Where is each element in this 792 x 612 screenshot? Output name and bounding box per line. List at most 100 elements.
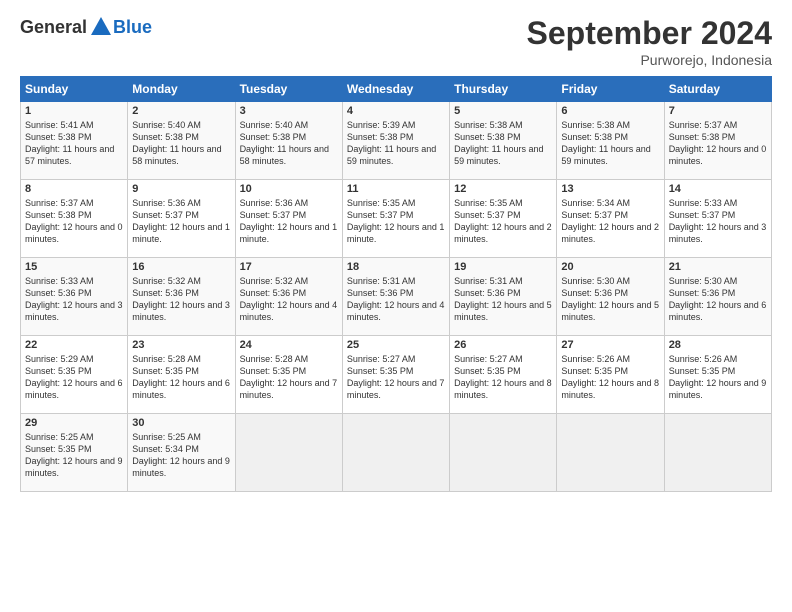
header-row: SundayMondayTuesdayWednesdayThursdayFrid… (21, 77, 772, 102)
day-info: Sunrise: 5:32 AM Sunset: 5:36 PM Dayligh… (132, 275, 230, 324)
calendar-cell: 27 Sunrise: 5:26 AM Sunset: 5:35 PM Dayli… (557, 336, 664, 414)
day-info: Sunrise: 5:39 AM Sunset: 5:38 PM Dayligh… (347, 119, 445, 168)
calendar-cell: 15 Sunrise: 5:33 AM Sunset: 5:36 PM Dayli… (21, 258, 128, 336)
calendar-cell: 9 Sunrise: 5:36 AM Sunset: 5:37 PM Daylig… (128, 180, 235, 258)
day-info: Sunrise: 5:30 AM Sunset: 5:36 PM Dayligh… (669, 275, 767, 324)
calendar-cell: 23 Sunrise: 5:28 AM Sunset: 5:35 PM Dayli… (128, 336, 235, 414)
calendar-cell: 10 Sunrise: 5:36 AM Sunset: 5:37 PM Dayli… (235, 180, 342, 258)
logo-general: General (20, 17, 87, 38)
day-info: Sunrise: 5:40 AM Sunset: 5:38 PM Dayligh… (240, 119, 338, 168)
calendar-cell: 30 Sunrise: 5:25 AM Sunset: 5:34 PM Dayli… (128, 414, 235, 492)
day-info: Sunrise: 5:28 AM Sunset: 5:35 PM Dayligh… (132, 353, 230, 402)
day-number: 30 (132, 417, 230, 429)
day-info: Sunrise: 5:37 AM Sunset: 5:38 PM Dayligh… (25, 197, 123, 246)
calendar-cell: 29Sunrise: 5:25 AM Sunset: 5:35 PM Dayli… (21, 414, 128, 492)
calendar-cell: 14 Sunrise: 5:33 AM Sunset: 5:37 PM Dayli… (664, 180, 771, 258)
week-row-4: 22 Sunrise: 5:29 AM Sunset: 5:35 PM Dayli… (21, 336, 772, 414)
calendar-cell: 17Sunrise: 5:32 AM Sunset: 5:36 PM Dayli… (235, 258, 342, 336)
day-number: 6 (561, 105, 659, 117)
day-info: Sunrise: 5:25 AM Sunset: 5:34 PM Dayligh… (132, 431, 230, 480)
calendar-table: SundayMondayTuesdayWednesdayThursdayFrid… (20, 76, 772, 492)
day-info: Sunrise: 5:35 AM Sunset: 5:37 PM Dayligh… (454, 197, 552, 246)
day-info: Sunrise: 5:31 AM Sunset: 5:36 PM Dayligh… (347, 275, 445, 324)
week-row-3: 15 Sunrise: 5:33 AM Sunset: 5:36 PM Dayli… (21, 258, 772, 336)
day-info: Sunrise: 5:41 AM Sunset: 5:38 PM Dayligh… (25, 119, 123, 168)
day-number: 10 (240, 183, 338, 195)
header-day-wednesday: Wednesday (342, 77, 449, 102)
day-number: 22 (25, 339, 123, 351)
calendar-cell: 16 Sunrise: 5:32 AM Sunset: 5:36 PM Dayli… (128, 258, 235, 336)
calendar-cell: 4 Sunrise: 5:39 AM Sunset: 5:38 PM Daylig… (342, 102, 449, 180)
month-title: September 2024 (527, 15, 772, 52)
week-row-1: 1 Sunrise: 5:41 AM Sunset: 5:38 PM Daylig… (21, 102, 772, 180)
day-number: 19 (454, 261, 552, 273)
header-day-thursday: Thursday (450, 77, 557, 102)
header-day-sunday: Sunday (21, 77, 128, 102)
calendar-cell: 8 Sunrise: 5:37 AM Sunset: 5:38 PM Daylig… (21, 180, 128, 258)
day-number: 4 (347, 105, 445, 117)
day-number: 15 (25, 261, 123, 273)
day-info: Sunrise: 5:33 AM Sunset: 5:37 PM Dayligh… (669, 197, 767, 246)
calendar-cell: 3 Sunrise: 5:40 AM Sunset: 5:38 PM Daylig… (235, 102, 342, 180)
day-number: 2 (132, 105, 230, 117)
day-number: 9 (132, 183, 230, 195)
header: General Blue September 2024 Purworejo, I… (20, 15, 772, 68)
day-info: Sunrise: 5:35 AM Sunset: 5:37 PM Dayligh… (347, 197, 445, 246)
day-number: 3 (240, 105, 338, 117)
day-info: Sunrise: 5:26 AM Sunset: 5:35 PM Dayligh… (669, 353, 767, 402)
logo-icon (89, 15, 113, 39)
week-row-5: 29Sunrise: 5:25 AM Sunset: 5:35 PM Dayli… (21, 414, 772, 492)
day-number: 7 (669, 105, 767, 117)
day-number: 20 (561, 261, 659, 273)
calendar-cell: 5Sunrise: 5:38 AM Sunset: 5:38 PM Daylig… (450, 102, 557, 180)
calendar-cell (450, 414, 557, 492)
title-block: September 2024 Purworejo, Indonesia (527, 15, 772, 68)
header-day-saturday: Saturday (664, 77, 771, 102)
day-number: 1 (25, 105, 123, 117)
day-info: Sunrise: 5:26 AM Sunset: 5:35 PM Dayligh… (561, 353, 659, 402)
calendar-cell: 25Sunrise: 5:27 AM Sunset: 5:35 PM Dayli… (342, 336, 449, 414)
day-number: 14 (669, 183, 767, 195)
day-info: Sunrise: 5:30 AM Sunset: 5:36 PM Dayligh… (561, 275, 659, 324)
day-number: 5 (454, 105, 552, 117)
day-info: Sunrise: 5:40 AM Sunset: 5:38 PM Dayligh… (132, 119, 230, 168)
logo-blue: Blue (113, 17, 152, 38)
day-info: Sunrise: 5:29 AM Sunset: 5:35 PM Dayligh… (25, 353, 123, 402)
day-number: 13 (561, 183, 659, 195)
header-day-monday: Monday (128, 77, 235, 102)
calendar-cell: 22 Sunrise: 5:29 AM Sunset: 5:35 PM Dayli… (21, 336, 128, 414)
day-info: Sunrise: 5:25 AM Sunset: 5:35 PM Dayligh… (25, 431, 123, 480)
day-info: Sunrise: 5:33 AM Sunset: 5:36 PM Dayligh… (25, 275, 123, 324)
day-number: 23 (132, 339, 230, 351)
day-info: Sunrise: 5:36 AM Sunset: 5:37 PM Dayligh… (132, 197, 230, 246)
day-number: 26 (454, 339, 552, 351)
calendar-cell (664, 414, 771, 492)
day-info: Sunrise: 5:31 AM Sunset: 5:36 PM Dayligh… (454, 275, 552, 324)
day-number: 27 (561, 339, 659, 351)
calendar-cell: 2 Sunrise: 5:40 AM Sunset: 5:38 PM Daylig… (128, 102, 235, 180)
day-info: Sunrise: 5:36 AM Sunset: 5:37 PM Dayligh… (240, 197, 338, 246)
day-info: Sunrise: 5:32 AM Sunset: 5:36 PM Dayligh… (240, 275, 338, 324)
day-info: Sunrise: 5:37 AM Sunset: 5:38 PM Dayligh… (669, 119, 767, 168)
calendar-cell: 7 Sunrise: 5:37 AM Sunset: 5:38 PM Daylig… (664, 102, 771, 180)
calendar-cell (342, 414, 449, 492)
calendar-cell: 28Sunrise: 5:26 AM Sunset: 5:35 PM Dayli… (664, 336, 771, 414)
calendar-cell: 11Sunrise: 5:35 AM Sunset: 5:37 PM Dayli… (342, 180, 449, 258)
header-day-friday: Friday (557, 77, 664, 102)
calendar-cell: 13 Sunrise: 5:34 AM Sunset: 5:37 PM Dayli… (557, 180, 664, 258)
calendar-cell (557, 414, 664, 492)
calendar-cell: 20 Sunrise: 5:30 AM Sunset: 5:36 PM Dayli… (557, 258, 664, 336)
day-info: Sunrise: 5:28 AM Sunset: 5:35 PM Dayligh… (240, 353, 338, 402)
calendar-cell: 12 Sunrise: 5:35 AM Sunset: 5:37 PM Dayli… (450, 180, 557, 258)
day-info: Sunrise: 5:34 AM Sunset: 5:37 PM Dayligh… (561, 197, 659, 246)
day-number: 8 (25, 183, 123, 195)
day-number: 25 (347, 339, 445, 351)
day-info: Sunrise: 5:27 AM Sunset: 5:35 PM Dayligh… (454, 353, 552, 402)
location: Purworejo, Indonesia (527, 52, 772, 68)
day-number: 24 (240, 339, 338, 351)
day-number: 12 (454, 183, 552, 195)
day-number: 16 (132, 261, 230, 273)
day-number: 21 (669, 261, 767, 273)
calendar-container: General Blue September 2024 Purworejo, I… (0, 0, 792, 502)
calendar-cell: 26 Sunrise: 5:27 AM Sunset: 5:35 PM Dayli… (450, 336, 557, 414)
